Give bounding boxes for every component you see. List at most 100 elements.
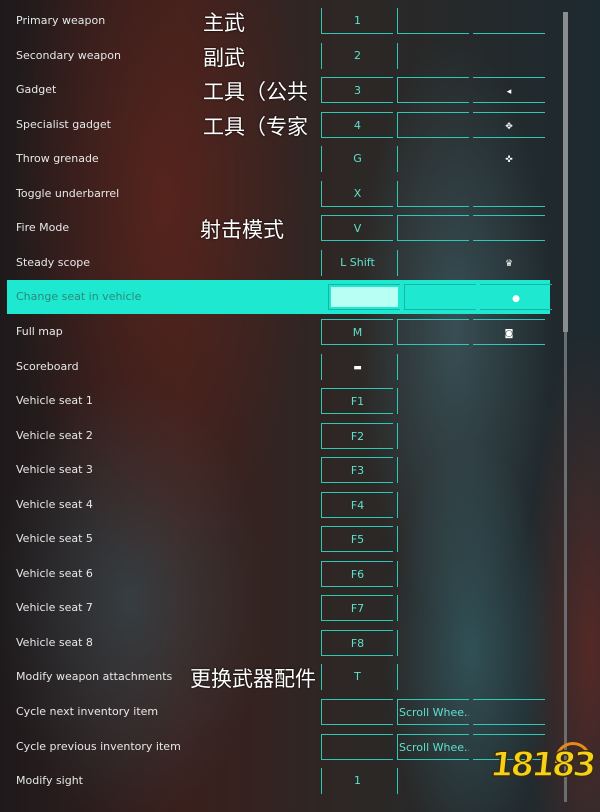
annotation-text: 更换武器配件	[190, 667, 316, 692]
key-slot-primary[interactable]: F4	[321, 491, 393, 518]
keybinding-row[interactable]: Secondary weapon 2	[0, 39, 550, 73]
key-slot-secondary[interactable]	[404, 284, 476, 311]
keybinding-row[interactable]: Full map M ◙	[0, 315, 550, 349]
annotation-text: 副武	[203, 45, 245, 70]
scrollbar-thumb[interactable]	[563, 12, 568, 332]
action-label: Change seat in vehicle	[16, 290, 142, 304]
key-slot-secondary[interactable]	[397, 8, 469, 34]
keybinding-row[interactable]: Vehicle seat 3 F3	[0, 453, 550, 487]
key-slot-controller[interactable]: ◂	[473, 77, 545, 104]
action-label: Cycle previous inventory item	[16, 739, 181, 753]
key-slot-primary[interactable]: V	[321, 215, 393, 242]
keybinding-row[interactable]: Vehicle seat 1 F1	[0, 384, 550, 418]
key-slot-controller[interactable]	[473, 664, 545, 690]
key-slot-primary[interactable]: 1	[321, 8, 393, 34]
key-slot-secondary[interactable]	[397, 77, 469, 104]
key-slot-controller[interactable]: ✥	[473, 111, 545, 138]
key-slot-primary[interactable]: F2	[321, 422, 393, 449]
key-slot-secondary[interactable]	[397, 249, 469, 276]
key-slot-secondary[interactable]	[397, 491, 469, 518]
key-slot-controller[interactable]	[473, 215, 545, 242]
action-label: Vehicle seat 1	[16, 394, 93, 408]
key-input-active[interactable]	[331, 287, 398, 308]
key-slot-primary[interactable]: G	[321, 146, 393, 173]
key-slot-primary[interactable]: 4	[321, 111, 393, 138]
key-slot-controller[interactable]	[473, 43, 545, 69]
keybinding-row[interactable]: Change seat in vehicle ●	[7, 280, 552, 315]
key-slot-primary[interactable]: F6	[321, 560, 393, 587]
keybinding-row[interactable]: Vehicle seat 6 F6	[0, 557, 550, 591]
key-slot-secondary[interactable]	[397, 388, 469, 415]
key-slot-primary[interactable]	[321, 699, 393, 725]
key-slot-primary[interactable]: M	[321, 318, 393, 345]
key-slot-secondary[interactable]	[397, 768, 469, 795]
keybinding-row[interactable]: Cycle previous inventory item Scroll Whee…	[0, 730, 550, 764]
keybinding-row[interactable]: Cycle next inventory item Scroll Whee...	[0, 695, 550, 729]
key-slot-controller[interactable]	[473, 423, 545, 449]
key-slot-controller[interactable]: ◙	[473, 318, 545, 345]
key-slot-primary[interactable]: F5	[321, 526, 393, 553]
key-slot-primary[interactable]: F1	[321, 388, 393, 415]
key-slot-secondary[interactable]	[397, 629, 469, 656]
key-slot-controller[interactable]	[473, 388, 545, 414]
keybinding-row[interactable]: Toggle underbarrel X	[0, 177, 550, 211]
key-slot-secondary[interactable]	[397, 180, 469, 207]
key-slot-secondary[interactable]	[397, 595, 469, 622]
key-slot-controller[interactable]	[473, 181, 545, 207]
action-label: Modify sight	[16, 774, 83, 788]
key-slot-secondary[interactable]	[397, 42, 469, 69]
key-slot-secondary[interactable]	[397, 111, 469, 138]
key-slot-controller[interactable]: ●	[480, 284, 552, 311]
key-slot-primary[interactable]: X	[321, 180, 393, 207]
key-slot-secondary[interactable]	[397, 353, 469, 380]
key-slot-controller[interactable]	[473, 526, 545, 552]
key-slot-primary[interactable]	[321, 733, 393, 760]
key-slot-controller[interactable]	[473, 699, 545, 725]
key-slot-secondary[interactable]	[397, 560, 469, 587]
key-slot-primary[interactable]: 3	[321, 77, 393, 104]
keybinding-row[interactable]: Vehicle seat 7 F7	[0, 591, 550, 625]
keybinding-row[interactable]: Vehicle seat 8 F8	[0, 626, 550, 660]
keybinding-row[interactable]: Primary weapon 1	[0, 4, 550, 38]
keybinding-row[interactable]: Vehicle seat 4 F4	[0, 488, 550, 522]
key-slot-primary[interactable]	[328, 284, 400, 311]
key-slot-primary[interactable]: L Shift	[321, 249, 393, 276]
key-slot-controller[interactable]	[473, 561, 545, 587]
keybinding-row[interactable]: Vehicle seat 2 F2	[0, 419, 550, 453]
key-slot-secondary[interactable]	[397, 457, 469, 484]
key-slot-controller[interactable]	[473, 492, 545, 518]
key-slot-secondary[interactable]	[397, 526, 469, 553]
keybinding-row[interactable]: Throw grenade G ✜	[0, 142, 550, 176]
key-slot-primary[interactable]: F8	[321, 629, 393, 656]
key-label: T	[354, 670, 361, 684]
key-slot-controller[interactable]: ✜	[473, 146, 545, 172]
key-slot-primary[interactable]: 2	[321, 42, 393, 69]
key-label: 1	[354, 774, 361, 788]
key-slot-secondary[interactable]	[397, 664, 469, 691]
key-slot-controller[interactable]	[473, 630, 545, 656]
key-slot-controller[interactable]	[473, 457, 545, 483]
key-label: F8	[350, 636, 365, 650]
key-slot-primary[interactable]: F3	[321, 457, 393, 484]
keybinding-row[interactable]: Scoreboard ▬	[0, 350, 550, 384]
key-slot-primary[interactable]: ▬	[321, 353, 393, 380]
key-slot-secondary[interactable]	[397, 318, 469, 345]
key-slot-controller[interactable]: ♛	[473, 250, 545, 276]
key-slot-controller[interactable]	[473, 354, 545, 380]
key-slot-primary[interactable]: T	[321, 664, 393, 691]
key-slot-secondary[interactable]: Scroll Whee...	[397, 699, 469, 725]
key-label: F1	[350, 395, 365, 409]
key-slot-controller[interactable]	[473, 8, 545, 34]
keybinding-row[interactable]: Modify sight 1	[0, 764, 550, 798]
key-slot-secondary[interactable]	[397, 146, 469, 173]
key-slot-controller[interactable]	[473, 595, 545, 621]
key-slot-secondary[interactable]	[397, 422, 469, 449]
key-slot-secondary[interactable]	[397, 215, 469, 242]
key-slot-primary[interactable]: F7	[321, 595, 393, 622]
action-label: Vehicle seat 6	[16, 566, 93, 580]
touchpad-icon: ◙	[504, 328, 514, 339]
key-slot-secondary[interactable]: Scroll Whee...	[397, 733, 469, 760]
keybinding-row[interactable]: Vehicle seat 5 F5	[0, 522, 550, 556]
key-slot-primary[interactable]: 1	[321, 768, 393, 795]
keybinding-row[interactable]: Steady scope L Shift ♛	[0, 246, 550, 280]
